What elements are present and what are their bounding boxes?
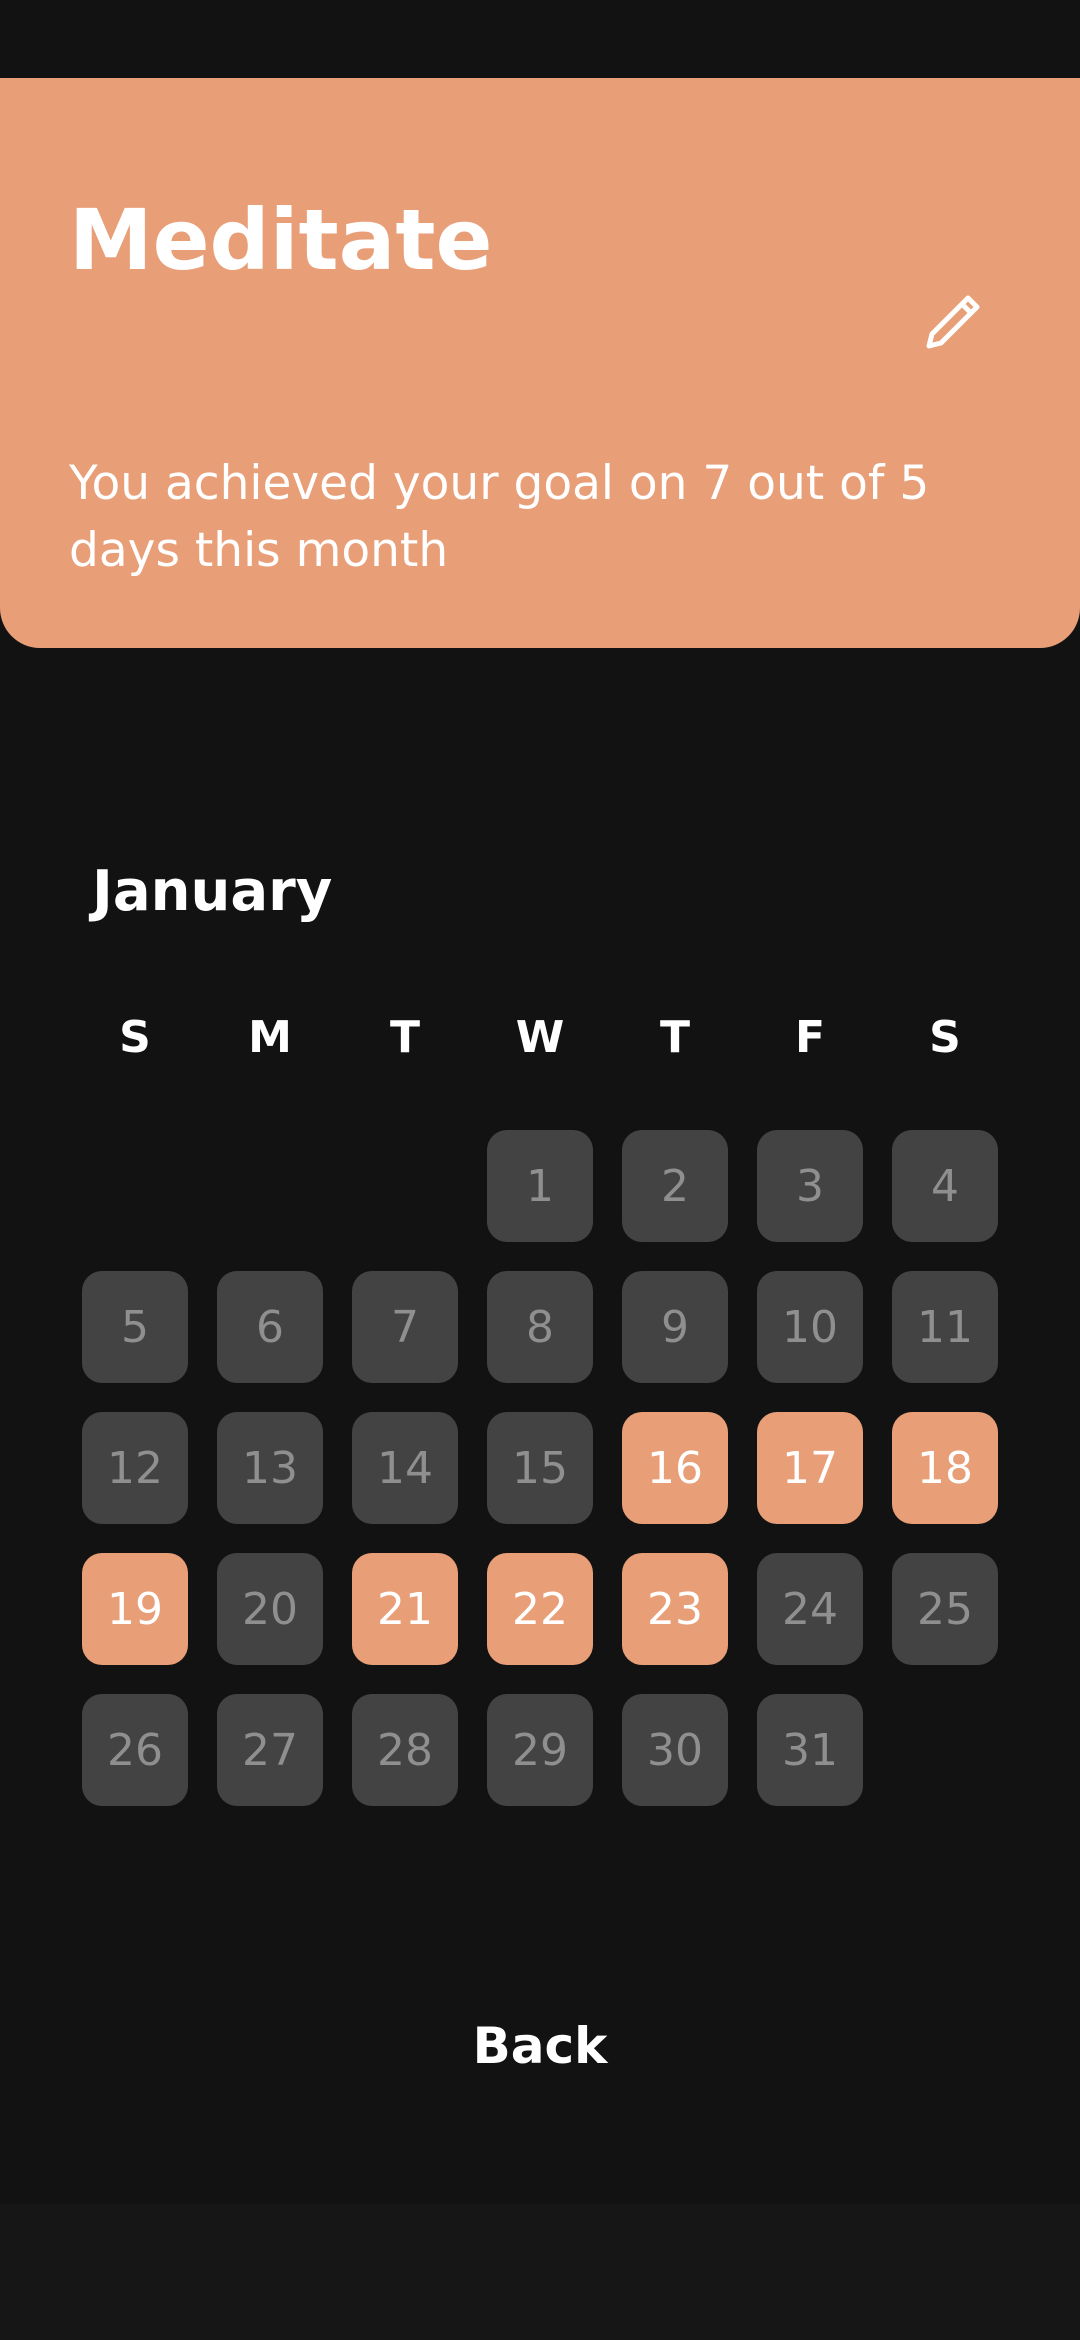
habit-summary: You achieved your goal on 7 out of 5 day… bbox=[69, 456, 930, 578]
system-navigation-bar bbox=[0, 2204, 1080, 2340]
calendar-day[interactable]: 28 bbox=[352, 1694, 458, 1806]
month-title: January bbox=[92, 859, 333, 924]
weekday-label: W bbox=[515, 1012, 565, 1063]
calendar-day[interactable]: 25 bbox=[892, 1553, 998, 1665]
weekday-label: F bbox=[794, 1012, 826, 1063]
calendar-day[interactable]: 3 bbox=[757, 1130, 863, 1242]
status-bar bbox=[0, 0, 1080, 78]
calendar-day[interactable]: 6 bbox=[217, 1271, 323, 1383]
calendar-day[interactable]: 31 bbox=[757, 1694, 863, 1806]
pencil-icon bbox=[921, 290, 985, 358]
calendar-day-completed[interactable]: 16 bbox=[622, 1412, 728, 1524]
weekday-label: T bbox=[659, 1012, 690, 1063]
habit-title: Meditate bbox=[69, 191, 493, 289]
weekday-label: T bbox=[389, 1012, 420, 1063]
calendar-day[interactable]: 11 bbox=[892, 1271, 998, 1383]
calendar-day[interactable]: 13 bbox=[217, 1412, 323, 1524]
calendar-day[interactable]: 5 bbox=[82, 1271, 188, 1383]
calendar-day[interactable]: 4 bbox=[892, 1130, 998, 1242]
calendar-day[interactable]: 10 bbox=[757, 1271, 863, 1383]
calendar-day[interactable]: 7 bbox=[352, 1271, 458, 1383]
calendar-day[interactable]: 27 bbox=[217, 1694, 323, 1806]
weekday-label: S bbox=[119, 1012, 151, 1063]
calendar-day[interactable]: 8 bbox=[487, 1271, 593, 1383]
calendar-day[interactable]: 1 bbox=[487, 1130, 593, 1242]
calendar-day-completed[interactable]: 21 bbox=[352, 1553, 458, 1665]
calendar-day-completed[interactable]: 22 bbox=[487, 1553, 593, 1665]
calendar-day-completed[interactable]: 23 bbox=[622, 1553, 728, 1665]
weekday-label: M bbox=[248, 1012, 292, 1063]
calendar-day-completed[interactable]: 19 bbox=[82, 1553, 188, 1665]
calendar-day[interactable]: 29 bbox=[487, 1694, 593, 1806]
edit-habit-button[interactable] bbox=[905, 276, 1001, 372]
calendar-day[interactable]: 14 bbox=[352, 1412, 458, 1524]
calendar-day-completed[interactable]: 18 bbox=[892, 1412, 998, 1524]
calendar-day[interactable]: 15 bbox=[487, 1412, 593, 1524]
calendar-day-completed[interactable]: 17 bbox=[757, 1412, 863, 1524]
calendar-day[interactable]: 12 bbox=[82, 1412, 188, 1524]
calendar-day[interactable]: 9 bbox=[622, 1271, 728, 1383]
calendar-day[interactable]: 2 bbox=[622, 1130, 728, 1242]
weekday-header-row: S M T W T F S bbox=[82, 1005, 998, 1071]
back-button[interactable]: Back bbox=[390, 1990, 690, 2102]
weekday-label: S bbox=[929, 1012, 961, 1063]
calendar-day[interactable]: 24 bbox=[757, 1553, 863, 1665]
calendar-day[interactable]: 20 bbox=[217, 1553, 323, 1665]
calendar-day[interactable]: 26 bbox=[82, 1694, 188, 1806]
calendar-day[interactable]: 30 bbox=[622, 1694, 728, 1806]
